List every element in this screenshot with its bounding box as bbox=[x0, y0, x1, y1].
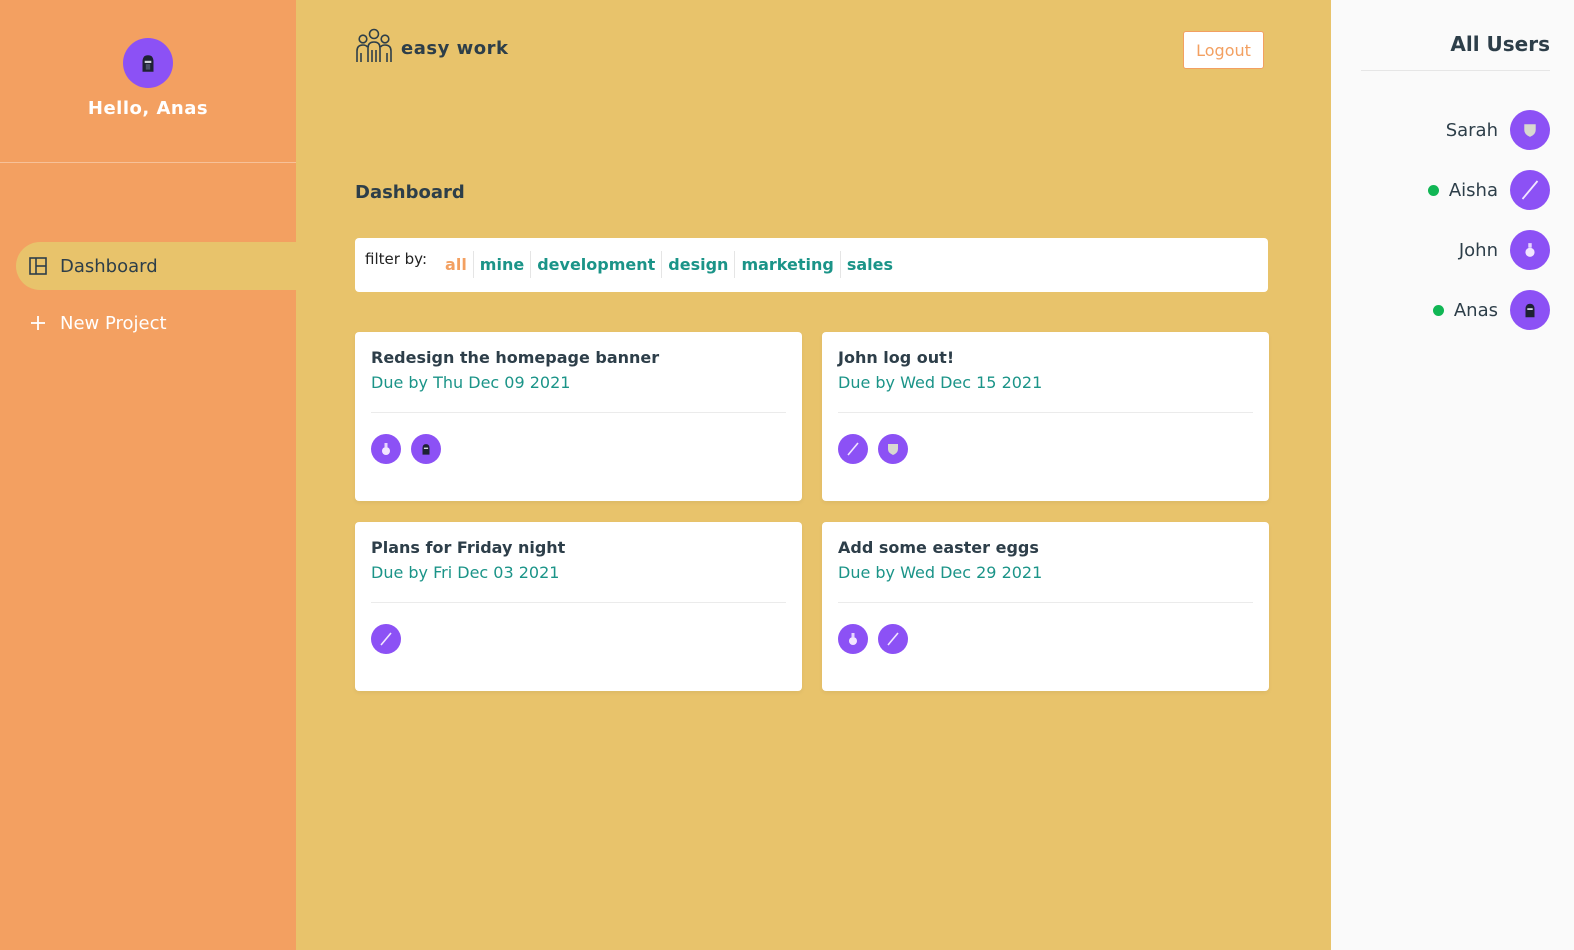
potion-icon bbox=[1522, 242, 1538, 258]
assignee-list bbox=[371, 624, 786, 654]
user-name: John bbox=[1458, 239, 1498, 261]
user-item-anas[interactable]: Anas bbox=[1350, 290, 1550, 330]
filter-option-design[interactable]: design bbox=[661, 251, 734, 278]
user-item-aisha[interactable]: Aisha bbox=[1350, 170, 1550, 210]
current-user-avatar[interactable] bbox=[123, 38, 173, 88]
project-filter: filter by: all mine development design m… bbox=[355, 238, 1268, 292]
assignee-avatar[interactable] bbox=[838, 624, 868, 654]
assignee-list bbox=[838, 434, 1253, 464]
filter-options: all mine development design marketing sa… bbox=[439, 251, 899, 278]
user-avatar bbox=[1510, 170, 1550, 210]
wand-icon bbox=[845, 441, 861, 457]
nav-item-label: New Project bbox=[60, 312, 167, 334]
user-avatar bbox=[1510, 230, 1550, 270]
shield-icon bbox=[886, 442, 900, 456]
team-icon bbox=[355, 28, 393, 68]
users-panel-title: All Users bbox=[1450, 32, 1550, 56]
wand-icon bbox=[378, 631, 394, 647]
project-title: Plans for Friday night bbox=[371, 538, 566, 557]
assignee-avatar[interactable] bbox=[411, 434, 441, 464]
plus-icon bbox=[28, 313, 48, 333]
project-title: John log out! bbox=[838, 348, 955, 367]
potion-icon bbox=[379, 442, 393, 456]
project-due-date: Due by Wed Dec 15 2021 bbox=[838, 373, 1043, 392]
card-divider bbox=[838, 602, 1253, 603]
project-card[interactable]: Plans for Friday night Due by Fri Dec 03… bbox=[355, 522, 802, 691]
user-name: Aisha bbox=[1448, 179, 1498, 201]
project-due-date: Due by Wed Dec 29 2021 bbox=[838, 563, 1043, 582]
greeting-text: Hello, Anas bbox=[87, 98, 209, 119]
nav-item-new-project[interactable]: New Project bbox=[16, 299, 296, 347]
filter-option-all[interactable]: all bbox=[439, 251, 473, 278]
brand-name: easy work bbox=[401, 37, 509, 59]
potion-icon bbox=[846, 632, 860, 646]
card-divider bbox=[838, 412, 1253, 413]
assignee-avatar[interactable] bbox=[878, 434, 908, 464]
filter-option-development[interactable]: development bbox=[530, 251, 661, 278]
user-name: Sarah bbox=[1445, 119, 1498, 141]
assignee-avatar[interactable] bbox=[371, 624, 401, 654]
project-list: Redesign the homepage banner Due by Thu … bbox=[355, 332, 1269, 691]
sidebar-nav: Dashboard New Project bbox=[0, 242, 296, 347]
project-card[interactable]: John log out! Due by Wed Dec 15 2021 bbox=[822, 332, 1269, 501]
logout-button[interactable]: Logout bbox=[1183, 31, 1264, 69]
assignee-list bbox=[371, 434, 786, 464]
assignee-avatar[interactable] bbox=[838, 434, 868, 464]
user-item-sarah[interactable]: Sarah bbox=[1350, 110, 1550, 150]
sidebar: Hello, Anas Dashboard New Project bbox=[0, 0, 296, 950]
knight-helmet-icon bbox=[137, 52, 159, 74]
assignee-avatar[interactable] bbox=[878, 624, 908, 654]
sidebar-user-block: Hello, Anas bbox=[0, 0, 296, 163]
project-title: Add some easter eggs bbox=[838, 538, 1039, 557]
project-card[interactable]: Add some easter eggs Due by Wed Dec 29 2… bbox=[822, 522, 1269, 691]
assignee-avatar[interactable] bbox=[371, 434, 401, 464]
wand-icon bbox=[885, 631, 901, 647]
shield-icon bbox=[1522, 122, 1538, 138]
card-divider bbox=[371, 602, 786, 603]
wand-icon bbox=[1518, 178, 1542, 202]
nav-item-label: Dashboard bbox=[60, 255, 158, 277]
page-title: Dashboard bbox=[355, 182, 465, 203]
users-panel-divider bbox=[1361, 70, 1550, 71]
user-list: Sarah Aisha John Anas bbox=[1350, 110, 1550, 350]
project-card[interactable]: Redesign the homepage banner Due by Thu … bbox=[355, 332, 802, 501]
top-bar: easy work Logout bbox=[355, 28, 1266, 72]
nav-item-dashboard[interactable]: Dashboard bbox=[16, 242, 296, 290]
user-avatar bbox=[1510, 110, 1550, 150]
brand[interactable]: easy work bbox=[355, 28, 508, 68]
layout-icon bbox=[28, 256, 48, 276]
project-due-date: Due by Thu Dec 09 2021 bbox=[371, 373, 571, 392]
knight-helmet-icon bbox=[1521, 301, 1539, 319]
users-panel: All Users Sarah Aisha John Anas bbox=[1331, 0, 1574, 950]
online-status-dot bbox=[1427, 184, 1439, 196]
filter-option-marketing[interactable]: marketing bbox=[734, 251, 839, 278]
main-content: easy work Logout Dashboard filter by: al… bbox=[296, 0, 1331, 950]
project-due-date: Due by Fri Dec 03 2021 bbox=[371, 563, 560, 582]
assignee-list bbox=[838, 624, 1253, 654]
filter-label: filter by: bbox=[365, 250, 428, 268]
filter-option-sales[interactable]: sales bbox=[839, 251, 899, 278]
online-status-dot bbox=[1432, 304, 1444, 316]
filter-option-mine[interactable]: mine bbox=[472, 251, 530, 278]
project-title: Redesign the homepage banner bbox=[371, 348, 660, 367]
card-divider bbox=[371, 412, 786, 413]
knight-helmet-icon bbox=[419, 442, 433, 456]
user-avatar bbox=[1510, 290, 1550, 330]
user-item-john[interactable]: John bbox=[1350, 230, 1550, 270]
user-name: Anas bbox=[1453, 299, 1498, 321]
